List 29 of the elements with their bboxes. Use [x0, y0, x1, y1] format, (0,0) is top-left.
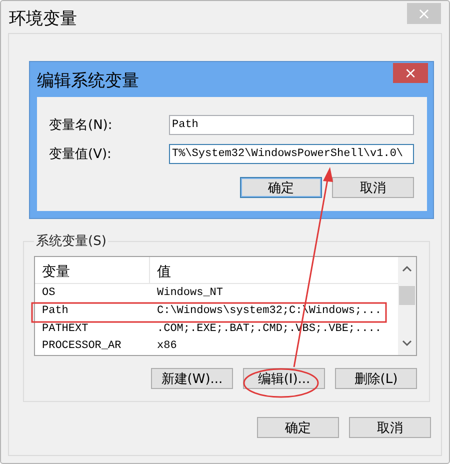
field-label: 变量值(V): — [49, 146, 112, 163]
input-field[interactable]: Path — [169, 115, 414, 135]
dialog-button[interactable]: 取消 — [332, 177, 414, 198]
group-label: 系统变量(S) — [35, 233, 108, 250]
close-button[interactable]: × — [393, 63, 428, 83]
list-action-button[interactable]: 新建(W)... — [151, 368, 233, 389]
column-header[interactable]: 值 — [150, 257, 398, 284]
list-row[interactable]: PROCESSOR_AR x86 — [35, 337, 398, 355]
scroll-down-icon[interactable] — [402, 340, 412, 347]
list-row[interactable]: OS Windows_NT — [35, 284, 398, 302]
dialog-title: 编辑系统变量 — [37, 70, 139, 92]
table-cell-text: PATHEXT — [41, 322, 90, 335]
scroll-thumb[interactable] — [399, 286, 415, 305]
window-title: 环境变量 — [9, 8, 77, 30]
scrollbar[interactable] — [398, 257, 416, 355]
dialog-button[interactable]: 取消 — [349, 417, 431, 438]
table-cell-text: PROCESSOR_AR — [41, 340, 122, 352]
scroll-up-icon[interactable] — [402, 265, 412, 272]
list-action-button[interactable]: 删除(L) — [335, 368, 417, 389]
dialog-button[interactable]: 确定 — [257, 417, 339, 438]
field-label: 变量名(N): — [49, 117, 114, 134]
table-cell-text: OS — [41, 287, 56, 300]
dialog-button[interactable]: 确定 — [240, 177, 322, 198]
table-cell-text: x86 — [156, 340, 178, 352]
list-action-button[interactable]: 编辑(I)... — [243, 368, 325, 389]
table-cell-text: Windows_NT — [156, 287, 224, 300]
table-cell-text: Path — [41, 304, 70, 317]
input-field[interactable]: T%\System32\WindowsPowerShell\v1.0\ — [169, 144, 414, 164]
column-header[interactable]: 变量 — [35, 257, 150, 284]
